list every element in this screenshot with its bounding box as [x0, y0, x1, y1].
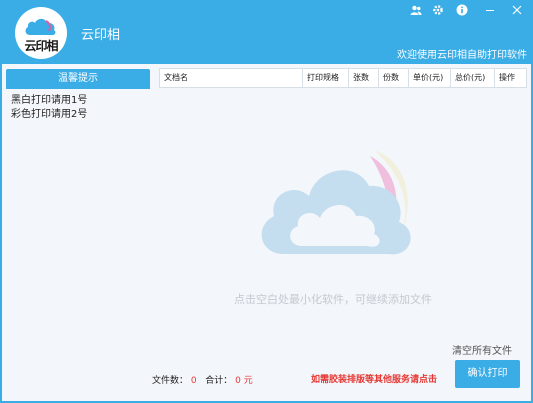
minimize-icon[interactable]: [482, 4, 498, 20]
file-count-value: 0: [190, 376, 197, 386]
total-value: 0: [235, 376, 241, 386]
app-logo: 云印相: [15, 7, 67, 59]
tips-panel: 温馨提示 黑白打印请用1号 彩色打印请用2号: [6, 69, 152, 329]
column-header-unit-price: 单价(元): [409, 69, 451, 87]
app-title: 云印相: [81, 28, 121, 43]
welcome-text: 欢迎使用云印相自助打印软件: [397, 50, 527, 61]
currency-label: 元: [243, 376, 253, 386]
clear-all-files-button[interactable]: 清空所有文件: [452, 342, 512, 357]
confirm-print-button[interactable]: 确认打印: [455, 360, 520, 388]
tips-line-color: 彩色打印请用2号: [11, 109, 88, 120]
minimize-hint: 点击空白处最小化软件，可继续添加文件: [234, 293, 432, 306]
column-header-spec: 打印规格: [303, 69, 349, 87]
file-stats: 文件数： 0 合计： 0 元: [152, 373, 253, 386]
tips-body: 黑白打印请用1号 彩色打印请用2号: [6, 89, 152, 122]
column-header-filename: 文档名: [160, 69, 303, 87]
user-icon[interactable]: [408, 4, 424, 20]
app-window: 云印相 云印相 欢迎使用云印相自助打印软件 温馨提示 黑白打印请用1号 彩色打印…: [0, 0, 533, 403]
other-services-link[interactable]: 如需胶装排版等其他服务请点击: [311, 372, 437, 385]
title-bar: 云印相 云印相 欢迎使用云印相自助打印软件: [0, 0, 533, 64]
tips-line-bw: 黑白打印请用1号: [11, 95, 88, 106]
tips-header: 温馨提示: [6, 69, 150, 89]
gear-icon[interactable]: [430, 4, 446, 20]
close-icon[interactable]: [509, 4, 525, 20]
column-header-sheets: 张数: [349, 69, 379, 87]
logo-cloud-icon: [25, 18, 56, 36]
watermark-cloud-icon: [261, 150, 411, 255]
column-header-action: 操作: [499, 73, 515, 82]
logo-text: 云印相: [18, 38, 64, 54]
column-header-total-price: 总价(元): [451, 69, 495, 87]
total-label: 合计：: [205, 376, 233, 386]
info-icon[interactable]: [454, 4, 470, 20]
content-area[interactable]: 温馨提示 黑白打印请用1号 彩色打印请用2号 文档名 打印规格 张数 份数 单价…: [2, 64, 531, 401]
column-header-copies: 份数: [379, 69, 409, 87]
file-count-label: 文件数：: [152, 376, 189, 386]
file-table-header: 文档名 打印规格 张数 份数 单价(元) 总价(元) 操作: [159, 68, 527, 88]
